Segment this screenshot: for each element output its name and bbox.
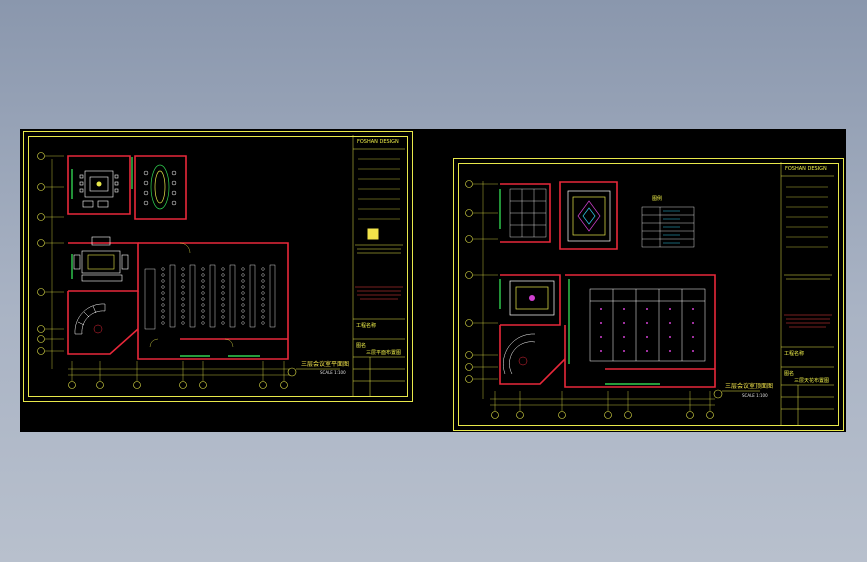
plan-title-2: 三层会议室顶面图 xyxy=(725,383,774,390)
downlight xyxy=(600,322,602,324)
ceiling-feature-room-2 xyxy=(567,190,611,242)
plan-scale-2: SCALE 1:100 xyxy=(742,393,768,398)
downlight xyxy=(692,308,694,310)
drawing-label-2: 图名 xyxy=(784,371,795,377)
downlight xyxy=(669,308,671,310)
project-label-2: 工程名称 xyxy=(784,351,805,357)
legend-title: 图例 xyxy=(652,196,663,202)
downlight xyxy=(669,336,671,338)
walls-2 xyxy=(499,181,716,388)
downlight xyxy=(623,308,625,310)
downlight xyxy=(692,336,694,338)
downlight xyxy=(646,322,648,324)
downlight xyxy=(692,350,694,352)
grid-axis-bubbles-left-2 xyxy=(465,180,473,383)
spiral-staircase-2 xyxy=(503,333,536,375)
company-name-2: FOSHAN DESIGN xyxy=(785,166,827,172)
ceiling-plan-drawing xyxy=(465,162,834,426)
downlight xyxy=(623,322,625,324)
downlight xyxy=(646,308,648,310)
downlight xyxy=(646,350,648,352)
title-block-2 xyxy=(780,162,834,426)
grid-axis-bubbles-bottom-2 xyxy=(491,411,714,419)
downlight xyxy=(623,350,625,352)
downlight xyxy=(623,336,625,338)
downlight xyxy=(692,322,694,324)
drawing-name-2: 三层天花布置图 xyxy=(794,378,830,384)
downlight xyxy=(600,308,602,310)
downlight xyxy=(600,336,602,338)
downlight xyxy=(669,322,671,324)
ceiling-feature-room-3 xyxy=(509,280,555,316)
ceiling-light-fixtures xyxy=(600,308,694,352)
downlight xyxy=(669,350,671,352)
downlight xyxy=(600,350,602,352)
ceiling-grid-room-1 xyxy=(509,188,547,238)
downlight xyxy=(646,336,648,338)
cad-viewport[interactable]: 三层会议室平面图 SCALE 1:100 FOSHAN DESIGN 工程名称 … xyxy=(20,129,846,432)
